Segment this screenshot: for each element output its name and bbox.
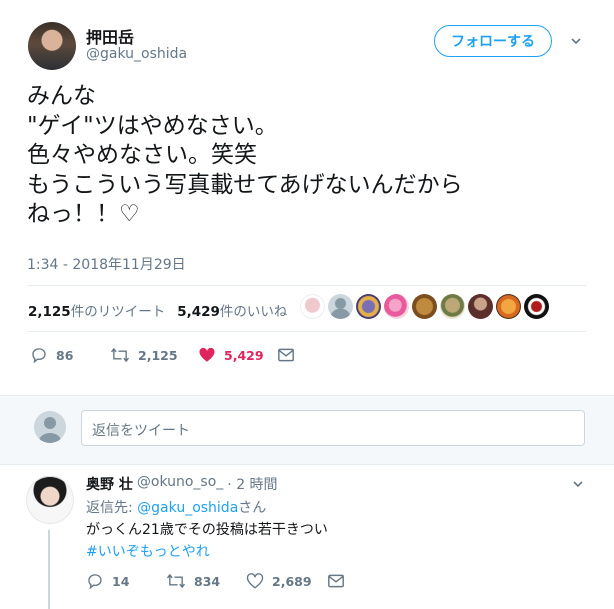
retweet-stat-count: 2,125 — [28, 304, 71, 320]
direct-message-action[interactable] — [278, 348, 294, 362]
like-count: 2,689 — [272, 573, 312, 589]
reply-to-handle-link[interactable]: @gaku_oshida — [137, 500, 238, 516]
reply-to-suffix: さん — [238, 500, 267, 516]
follow-button[interactable]: フォローする — [434, 25, 552, 57]
tweet-text: みんな "ゲイ"ツはやめなさい。 色々やめなさい。笑笑 もうこういう写真載せてあ… — [27, 83, 463, 227]
reply-action[interactable]: 14 — [86, 572, 166, 590]
reply-action[interactable]: 86 — [30, 346, 110, 364]
reply-icon — [32, 348, 46, 364]
reply-author-avatar[interactable] — [26, 476, 74, 524]
envelope-icon — [278, 348, 294, 362]
hashtag-link[interactable]: #いいぞもっとやれ — [86, 541, 210, 561]
retweet-count: 2,125 — [138, 347, 178, 363]
reply-header: 奥野 壮 @okuno_so_ · 2 時間 — [86, 474, 278, 494]
liker-avatar[interactable] — [496, 294, 521, 319]
divider — [28, 285, 586, 286]
liker-avatar[interactable] — [412, 294, 437, 319]
replying-to: 返信先: @gaku_oshidaさん — [86, 497, 266, 517]
reply-text: がっくん21歳でその投稿は若干きつい — [86, 522, 328, 538]
engagement-stats: 2,125件のリツイート 5,429件のいいね — [28, 300, 287, 320]
like-stat[interactable]: 5,429件のいいね — [177, 300, 287, 320]
tweet-timestamp[interactable]: 1:34 - 2018年11月29日 — [27, 254, 186, 274]
reply-action-bar: 14 834 2,689 — [86, 572, 344, 590]
liker-avatar[interactable] — [328, 294, 353, 319]
retweet-icon — [166, 573, 186, 589]
retweet-action[interactable]: 834 — [166, 572, 246, 590]
reply-input[interactable]: 返信をツイート — [81, 410, 585, 446]
liker-avatar[interactable] — [356, 294, 381, 319]
chevron-down-icon[interactable] — [572, 478, 584, 490]
envelope-icon — [328, 574, 344, 588]
chevron-down-icon[interactable] — [570, 35, 582, 47]
reply-time[interactable]: · 2 時間 — [227, 474, 277, 494]
liker-avatar[interactable] — [440, 294, 465, 319]
retweet-action[interactable]: 2,125 — [110, 346, 198, 364]
like-stat-label: 件のいいね — [219, 304, 288, 320]
author-avatar[interactable] — [28, 22, 76, 70]
default-avatar-icon — [39, 417, 61, 443]
direct-message-action[interactable] — [328, 574, 344, 588]
divider — [28, 331, 586, 332]
reply-author-handle[interactable]: @okuno_so_ — [137, 474, 223, 494]
author-display-name[interactable]: 押田岳 — [86, 24, 134, 48]
tweet-action-bar: 86 2,125 5,429 — [30, 346, 294, 364]
liker-avatar[interactable] — [300, 294, 325, 319]
like-action[interactable]: 2,689 — [246, 572, 328, 590]
reply-icon — [88, 574, 102, 590]
author-handle[interactable]: @gaku_oshida — [86, 46, 187, 62]
heart-icon — [246, 573, 264, 589]
liker-avatar[interactable] — [384, 294, 409, 319]
like-count: 5,429 — [224, 347, 264, 363]
reply-to-prefix: 返信先: — [86, 500, 138, 516]
liker-avatar[interactable] — [468, 294, 493, 319]
reply-author-name[interactable]: 奥野 壮 — [86, 474, 133, 494]
liker-avatars — [300, 294, 549, 319]
current-user-avatar — [34, 411, 66, 443]
thread-connector — [48, 530, 50, 609]
retweet-stat-label: 件のリツイート — [70, 304, 166, 320]
reply-count: 86 — [56, 347, 74, 363]
reply-count: 14 — [112, 573, 130, 589]
retweet-stat[interactable]: 2,125件のリツイート — [28, 300, 165, 320]
liker-avatar[interactable] — [524, 294, 549, 319]
retweet-icon — [110, 347, 130, 363]
retweet-count: 834 — [194, 573, 221, 589]
like-stat-count: 5,429 — [177, 304, 220, 320]
like-action[interactable]: 5,429 — [198, 346, 278, 364]
heart-filled-icon — [199, 347, 215, 362]
